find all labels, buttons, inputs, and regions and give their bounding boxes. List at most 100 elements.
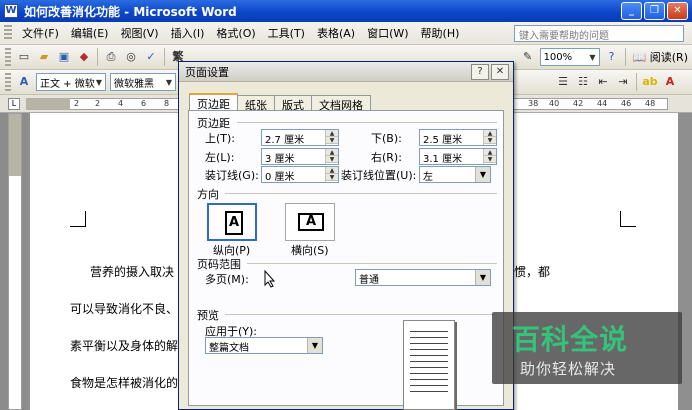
- document-line-tail: 惯，都: [514, 265, 551, 279]
- mouse-cursor-icon: [264, 270, 276, 288]
- spin-up-icon[interactable]: ▲: [326, 149, 338, 156]
- ruler-tick: 46: [621, 99, 632, 108]
- help-search-input[interactable]: 键入需要帮助的问题: [514, 25, 684, 42]
- toolbar-grip-icon[interactable]: [5, 73, 11, 91]
- zoom-value: 100%: [543, 51, 573, 63]
- print-icon[interactable]: ⎙: [103, 49, 119, 65]
- spin-down-icon[interactable]: ▼: [326, 156, 338, 163]
- tab-stop-selector-icon[interactable]: L: [8, 98, 20, 110]
- top-margin-input[interactable]: 2.7 厘米 ▲ ▼: [261, 129, 339, 146]
- menubar-grip-icon[interactable]: [4, 25, 12, 41]
- menu-insert[interactable]: 插入(I): [165, 23, 211, 43]
- increase-indent-icon[interactable]: ⇥: [615, 74, 631, 90]
- apply-to-select[interactable]: 整篇文档 ▼: [205, 337, 323, 354]
- menu-table[interactable]: 表格(A): [311, 23, 361, 43]
- styles-icon[interactable]: A: [16, 74, 32, 90]
- drawing-icon[interactable]: ✎: [520, 49, 536, 65]
- new-document-icon[interactable]: ▭: [16, 49, 32, 65]
- portrait-option[interactable]: A: [207, 203, 257, 241]
- spin-down-icon[interactable]: ▼: [326, 137, 338, 144]
- numbering-icon[interactable]: ☰: [555, 74, 571, 90]
- top-margin-label: 上(T):: [205, 132, 236, 145]
- gutter-position-value: 左: [423, 172, 433, 183]
- page-preview: [403, 320, 455, 410]
- pages-group-label: 页码范围: [197, 258, 241, 271]
- document-line: 可以导致消化不良、: [70, 302, 179, 316]
- watermark-title: 百科全说: [512, 323, 629, 356]
- spin-up-icon[interactable]: ▲: [484, 130, 496, 137]
- apply-to-value: 整篇文档: [209, 343, 249, 354]
- top-margin-value: 2.7 厘米: [265, 135, 305, 146]
- page-setup-dialog: 页面设置 ? ✕ 页边距 纸张 版式 文档网格 页边距 上(T): 2.7 厘米…: [178, 61, 514, 410]
- ruler-tick: 2: [74, 99, 80, 108]
- zoom-select[interactable]: 100% ▼: [539, 48, 600, 66]
- multiple-pages-select[interactable]: 普通 ▼: [355, 269, 491, 286]
- margins-group-label: 页边距: [197, 117, 230, 130]
- minimize-button[interactable]: _: [621, 2, 642, 20]
- document-line: 素平衡以及身体的解: [70, 339, 179, 353]
- gutter-position-select[interactable]: 左 ▼: [419, 166, 491, 183]
- gutter-input[interactable]: 0 厘米 ▲ ▼: [261, 166, 339, 183]
- ruler-tick: 44: [597, 99, 608, 108]
- dialog-tabs: 页边距 纸张 版式 文档网格: [189, 93, 371, 112]
- save-icon[interactable]: ▣: [56, 49, 72, 65]
- crop-mark: [620, 211, 636, 227]
- menu-view[interactable]: 视图(V): [114, 23, 164, 43]
- read-mode-button[interactable]: 📖 阅读(R): [629, 49, 692, 65]
- menu-window[interactable]: 窗口(W): [361, 23, 414, 43]
- print-preview-icon[interactable]: ◎: [123, 49, 139, 65]
- restore-button[interactable]: ❐: [644, 2, 665, 20]
- preview-group-label: 预览: [197, 309, 219, 322]
- dialog-title-bar[interactable]: 页面设置 ? ✕: [179, 62, 513, 82]
- style-value: 正文 + 微软: [40, 78, 95, 90]
- chevron-down-icon: ▼: [475, 167, 490, 182]
- menu-edit[interactable]: 编辑(E): [65, 23, 115, 43]
- margins-tab-panel: 页边距 上(T): 2.7 厘米 ▲ ▼ 下(B): 2.5 厘米 ▲ ▼ 左(L)…: [188, 110, 504, 406]
- menu-file[interactable]: 文件(F): [16, 23, 65, 43]
- spin-down-icon[interactable]: ▼: [484, 137, 496, 144]
- left-margin-label: 左(L):: [205, 151, 235, 164]
- gutter-label: 装订线(G):: [205, 169, 259, 182]
- left-margin-input[interactable]: 3 厘米 ▲ ▼: [261, 148, 339, 165]
- document-line: 营养的摄入取决: [90, 265, 175, 279]
- spin-down-icon[interactable]: ▼: [326, 174, 338, 181]
- landscape-option[interactable]: A: [285, 203, 335, 241]
- spin-up-icon[interactable]: ▲: [484, 149, 496, 156]
- ruler-tick: 4: [118, 99, 124, 108]
- font-value: 微软雅黑: [114, 78, 154, 90]
- bottom-margin-label: 下(B):: [371, 132, 402, 145]
- permission-icon[interactable]: ◆: [76, 49, 92, 65]
- spin-up-icon[interactable]: ▲: [326, 130, 338, 137]
- crop-mark: [70, 211, 86, 227]
- dialog-help-button[interactable]: ?: [471, 64, 489, 80]
- style-select[interactable]: 正文 + 微软 ▼: [36, 73, 106, 91]
- gutter-value: 0 厘米: [265, 172, 295, 183]
- ruler-tick: 38: [528, 99, 539, 108]
- ruler-tick: 8: [164, 99, 170, 108]
- right-margin-input[interactable]: 3.1 厘米 ▲ ▼: [419, 148, 497, 165]
- menu-tools[interactable]: 工具(T): [262, 23, 311, 43]
- decrease-indent-icon[interactable]: ⇤: [595, 74, 611, 90]
- menu-format[interactable]: 格式(O): [210, 23, 261, 43]
- landscape-page-icon: A: [298, 213, 324, 231]
- font-select[interactable]: 微软雅黑 ▼: [110, 73, 176, 91]
- bullets-icon[interactable]: ☷: [575, 74, 591, 90]
- vertical-ruler[interactable]: [8, 113, 22, 410]
- spin-down-icon[interactable]: ▼: [484, 156, 496, 163]
- close-button[interactable]: ✕: [667, 2, 688, 20]
- dialog-title: 页面设置: [185, 65, 229, 79]
- spin-up-icon[interactable]: ▲: [326, 167, 338, 174]
- toolbar-grip-icon[interactable]: [5, 48, 11, 66]
- ruler-tick: 2: [95, 99, 101, 108]
- menu-help[interactable]: 帮助(H): [415, 23, 466, 43]
- chevron-down-icon: ▼: [589, 52, 596, 62]
- spelling-icon[interactable]: ✓: [143, 49, 159, 65]
- open-folder-icon[interactable]: ▰: [36, 49, 52, 65]
- help-icon[interactable]: ?: [604, 49, 620, 65]
- chevron-down-icon: ▼: [95, 77, 102, 87]
- bottom-margin-input[interactable]: 2.5 厘米 ▲ ▼: [419, 129, 497, 146]
- highlight-icon[interactable]: ab: [642, 74, 658, 90]
- dialog-close-button[interactable]: ✕: [491, 64, 509, 80]
- title-bar: W 如何改善消化功能 - Microsoft Word _ ❐ ✕: [0, 0, 692, 22]
- font-color-icon[interactable]: A: [662, 74, 678, 90]
